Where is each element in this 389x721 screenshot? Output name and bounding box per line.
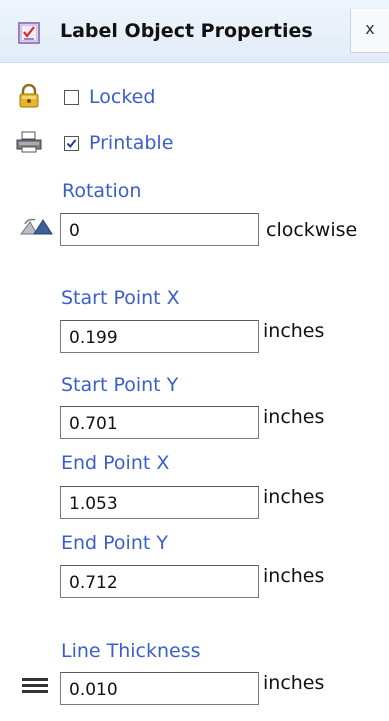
- line-thickness-input[interactable]: [60, 672, 259, 705]
- label-properties-icon: [18, 22, 40, 44]
- start-point-y-label: Start Point Y: [61, 374, 179, 396]
- rotation-label: Rotation: [62, 180, 142, 202]
- panel-title: Label Object Properties: [60, 20, 313, 42]
- start-point-y-input[interactable]: [60, 406, 259, 439]
- end-point-x-unit: inches: [263, 486, 325, 508]
- close-button[interactable]: x: [350, 9, 389, 53]
- locked-checkbox[interactable]: [64, 90, 79, 105]
- start-point-x-input[interactable]: [60, 320, 259, 353]
- line-thickness-unit: inches: [263, 672, 325, 694]
- start-point-x-unit: inches: [263, 320, 325, 342]
- start-point-x-label: Start Point X: [61, 287, 180, 309]
- rotation-unit: clockwise: [266, 219, 358, 241]
- padlock-icon: [18, 83, 40, 112]
- printable-label[interactable]: Printable: [89, 132, 173, 154]
- end-point-y-input[interactable]: [60, 565, 259, 598]
- line-thickness-label: Line Thickness: [61, 640, 201, 662]
- line-thickness-icon: [21, 677, 49, 699]
- end-point-x-label: End Point X: [61, 452, 170, 474]
- end-point-y-label: End Point Y: [61, 532, 168, 554]
- rotation-input[interactable]: [60, 213, 259, 246]
- printer-icon: [16, 131, 42, 157]
- end-point-x-input[interactable]: [60, 486, 259, 519]
- end-point-y-unit: inches: [263, 565, 325, 587]
- label-object-properties-panel: Label Object Properties x Locked Printab…: [0, 0, 389, 721]
- rotation-icon: [19, 218, 57, 240]
- start-point-y-unit: inches: [263, 406, 325, 428]
- printable-checkbox[interactable]: [64, 136, 79, 151]
- panel-header: Label Object Properties: [0, 0, 389, 63]
- locked-label[interactable]: Locked: [89, 86, 155, 108]
